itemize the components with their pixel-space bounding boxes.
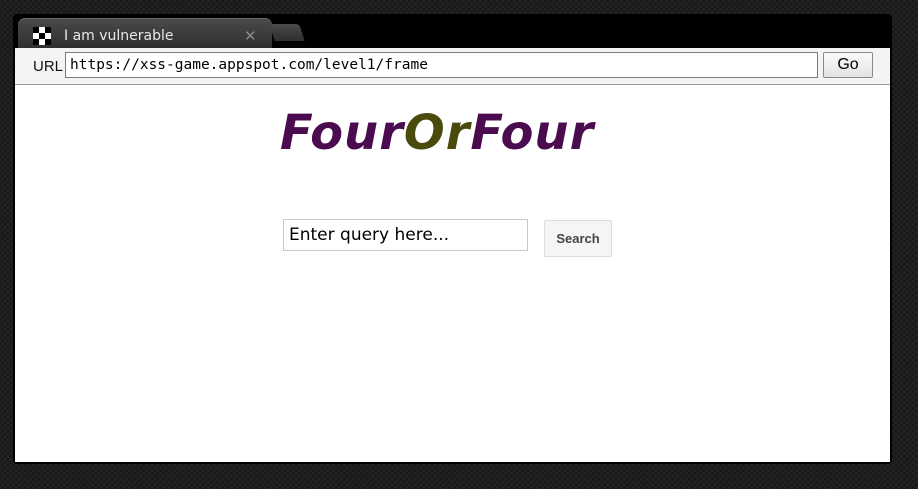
checkered-favicon-icon	[33, 27, 51, 45]
logo-part-four-second: Four	[470, 105, 595, 161]
tab-title: I am vulnerable	[64, 28, 174, 44]
page-content: FourOrFour Search	[15, 85, 890, 462]
logo-part-four: Four	[280, 105, 404, 161]
search-button[interactable]: Search	[544, 220, 612, 257]
logo-part-or: Or	[403, 105, 471, 161]
tab-close-icon[interactable]: ✕	[244, 27, 257, 45]
url-label: URL	[33, 58, 64, 75]
url-input[interactable]	[65, 52, 818, 78]
new-tab-icon[interactable]	[269, 24, 305, 41]
search-input[interactable]	[283, 219, 528, 251]
site-logo: FourOrFour	[280, 109, 594, 157]
go-button[interactable]: Go	[823, 52, 873, 78]
url-toolbar: URL Go	[15, 48, 890, 85]
browser-window: I am vulnerable ✕ URL Go FourOrFour Sear…	[13, 14, 892, 464]
browser-tab[interactable]: I am vulnerable ✕	[18, 18, 272, 48]
